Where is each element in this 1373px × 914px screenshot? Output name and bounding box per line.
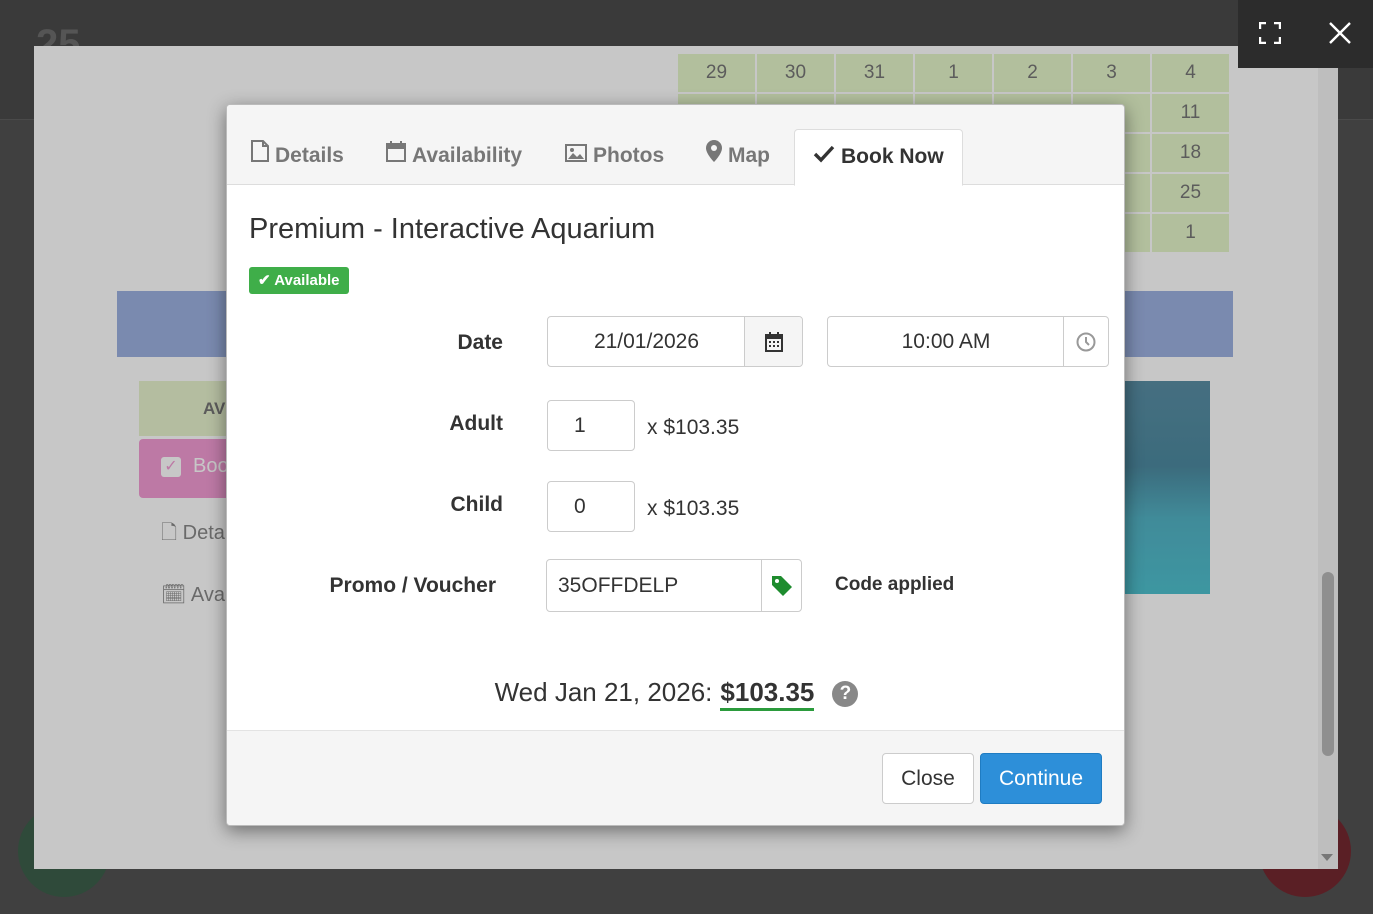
date-input[interactable]: 21/01/2026 bbox=[548, 317, 745, 366]
child-quantity-input[interactable]: 0 bbox=[547, 481, 635, 532]
promo-apply-button[interactable] bbox=[761, 560, 801, 611]
child-price: x $103.35 bbox=[647, 497, 740, 520]
time-input[interactable]: 10:00 AM bbox=[828, 317, 1064, 366]
booking-modal: Details Availability Photos Map Book Now… bbox=[226, 104, 1125, 826]
calendar-icon bbox=[764, 331, 783, 352]
status-badge-label: Available bbox=[274, 272, 340, 289]
booking-summary: Wed Jan 21, 2026: $103.35? bbox=[227, 677, 1124, 711]
product-title: Premium - Interactive Aquarium bbox=[249, 213, 656, 245]
child-label: Child bbox=[450, 493, 504, 516]
check-icon bbox=[813, 130, 835, 184]
expand-icon[interactable] bbox=[1253, 16, 1287, 50]
tab-availability[interactable]: Availability bbox=[386, 129, 522, 185]
adult-price: x $103.35 bbox=[647, 416, 740, 439]
time-field[interactable]: 10:00 AM bbox=[827, 316, 1109, 367]
tag-icon bbox=[771, 575, 792, 596]
promo-status: Code applied bbox=[835, 574, 955, 595]
close-button[interactable]: Close bbox=[882, 753, 974, 804]
summary-date: Wed Jan 21, 2026: bbox=[494, 677, 713, 707]
tab-map-label: Map bbox=[728, 144, 770, 167]
tab-map[interactable]: Map bbox=[706, 129, 770, 185]
adult-quantity-input[interactable]: 1 bbox=[547, 400, 635, 451]
date-picker-button[interactable] bbox=[744, 317, 802, 366]
promo-field[interactable]: 35OFFDELP bbox=[546, 559, 802, 612]
tab-photos-label: Photos bbox=[593, 144, 665, 167]
status-badge: ✔ Available bbox=[249, 267, 349, 294]
promo-input[interactable]: 35OFFDELP bbox=[558, 560, 678, 611]
tab-details-label: Details bbox=[275, 144, 344, 167]
clock-icon bbox=[1076, 332, 1096, 351]
promo-label: Promo / Voucher bbox=[329, 574, 496, 597]
tab-book-now-label: Book Now bbox=[841, 145, 944, 168]
continue-button[interactable]: Continue bbox=[980, 753, 1102, 804]
close-icon[interactable] bbox=[1323, 16, 1357, 50]
modal-footer: Close Continue bbox=[227, 730, 1124, 825]
date-label: Date bbox=[457, 331, 503, 354]
tab-details[interactable]: Details bbox=[251, 129, 344, 185]
help-icon[interactable]: ? bbox=[832, 681, 859, 707]
tab-availability-label: Availability bbox=[412, 144, 523, 167]
file-icon bbox=[251, 129, 269, 183]
time-picker-button[interactable] bbox=[1063, 317, 1108, 366]
summary-total: $103.35 bbox=[720, 677, 815, 711]
check-icon: ✔ bbox=[258, 272, 271, 289]
lightbox-controls bbox=[1238, 0, 1373, 68]
tab-book-now[interactable]: Book Now bbox=[794, 129, 963, 186]
image-icon bbox=[565, 129, 587, 183]
adult-label: Adult bbox=[449, 412, 503, 435]
map-marker-icon bbox=[706, 129, 722, 183]
date-field[interactable]: 21/01/2026 bbox=[547, 316, 803, 367]
calendar-icon bbox=[386, 129, 406, 183]
modal-tabs: Details Availability Photos Map Book Now bbox=[227, 105, 1124, 186]
tab-photos[interactable]: Photos bbox=[565, 129, 664, 185]
